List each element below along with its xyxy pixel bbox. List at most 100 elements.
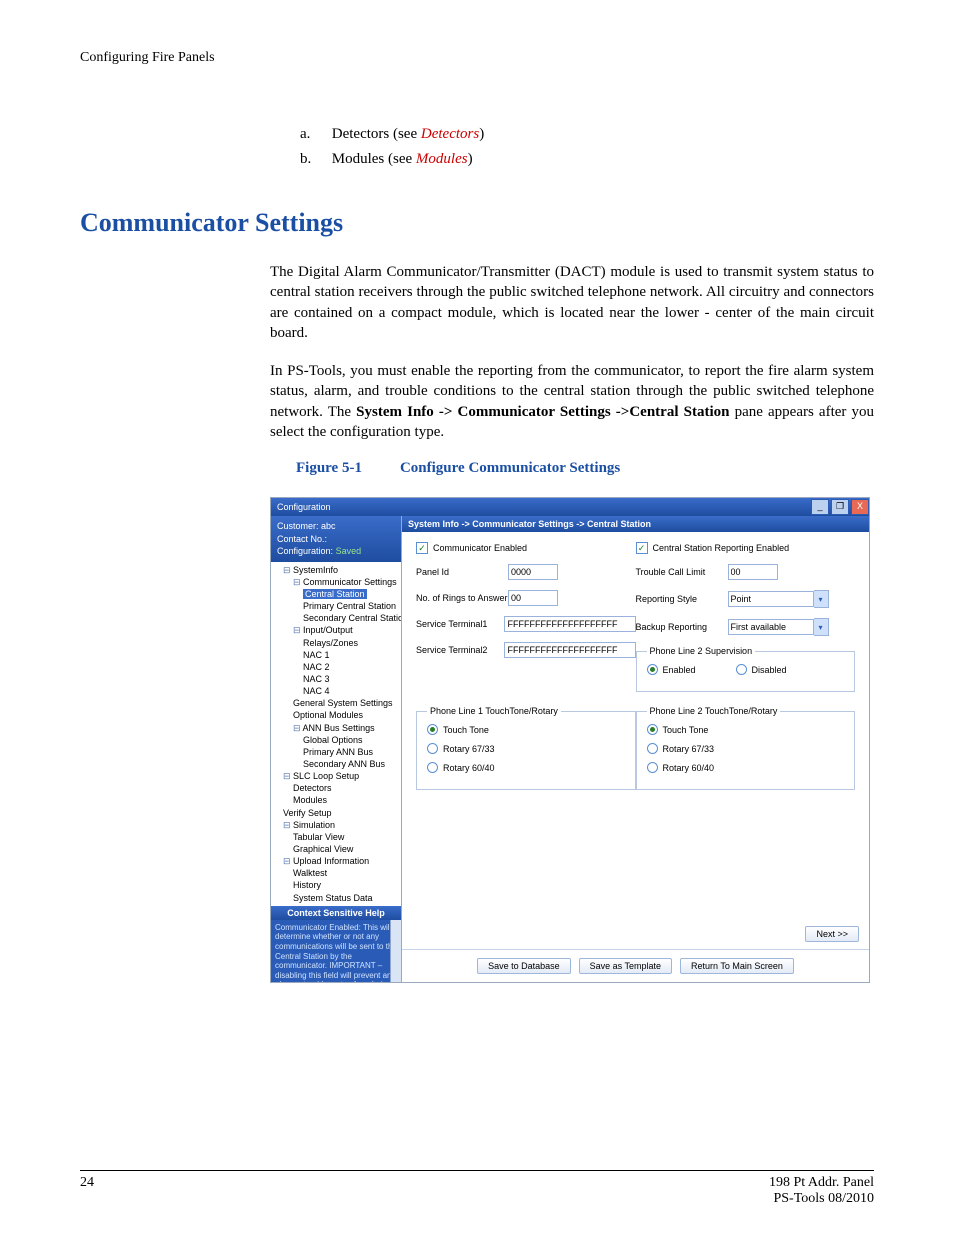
scrollbar[interactable]	[390, 920, 401, 982]
tree-node[interactable]: ANN Bus Settings	[303, 723, 375, 733]
radio-icon	[647, 664, 658, 675]
tree-node[interactable]: SystemInfo	[293, 565, 338, 575]
next-button[interactable]: Next >>	[805, 926, 859, 942]
tree-node[interactable]: Primary Central Station	[303, 601, 396, 611]
tree-node[interactable]: Detectors	[293, 783, 332, 793]
radio-label: Enabled	[663, 665, 696, 675]
list-marker: a.	[300, 126, 328, 143]
list-text: )	[468, 151, 473, 167]
tree-node[interactable]: Verify Setup	[283, 808, 332, 818]
footer-product: 198 Pt Addr. Panel	[769, 1175, 874, 1190]
radio-icon	[427, 724, 438, 735]
service-terminal2-input[interactable]	[504, 642, 635, 658]
tree-node[interactable]: Upload Information	[293, 856, 369, 866]
tree-node[interactable]: Primary ANN Bus	[303, 747, 373, 757]
contact-label: Contact No.:	[277, 534, 327, 544]
minimize-button[interactable]: _	[811, 499, 829, 515]
radio-label: Touch Tone	[443, 725, 489, 735]
tree-node[interactable]: NAC 2	[303, 662, 330, 672]
backup-reporting-label: Backup Reporting	[636, 622, 728, 632]
tree-node[interactable]: Communicator Settings	[303, 577, 397, 587]
tree-node[interactable]: Global Options	[303, 735, 363, 745]
tree-node[interactable]: Input/Output	[303, 625, 353, 635]
trouble-call-limit-label: Trouble Call Limit	[636, 567, 728, 577]
list-item: a. Detectors (see Detectors)	[300, 126, 874, 143]
radio-label: Rotary 60/40	[663, 763, 715, 773]
communicator-enabled-checkbox[interactable]: ✓ Communicator Enabled	[416, 542, 636, 554]
modules-link[interactable]: Modules	[416, 151, 468, 167]
figure-number: Figure 5-1	[296, 460, 362, 476]
app-window: Configuration _ ❐ X Customer: abc Contac…	[270, 497, 870, 983]
phone1-rotary67-radio[interactable]: Rotary 67/33	[427, 743, 625, 754]
panel-id-input[interactable]	[508, 564, 558, 580]
phone1-touchtone-radio[interactable]: Touch Tone	[427, 724, 625, 735]
button-bar: Next >> Save to Database Save as Templat…	[402, 949, 869, 982]
radio-icon	[427, 762, 438, 773]
service-terminal1-input[interactable]	[504, 616, 635, 632]
radio-icon	[427, 743, 438, 754]
list-text: Modules (see	[332, 151, 416, 167]
tree-node[interactable]: Tabular View	[293, 832, 344, 842]
help-body: Communicator Enabled: This will determin…	[275, 923, 397, 982]
tree-node[interactable]: Secondary ANN Bus	[303, 759, 385, 769]
supervision-disabled-radio[interactable]: Disabled	[736, 664, 787, 675]
group-legend: Phone Line 2 TouchTone/Rotary	[647, 706, 781, 716]
breadcrumb: System Info -> Communicator Settings -> …	[402, 516, 869, 532]
tree-node[interactable]: Modules	[293, 795, 327, 805]
service-terminal1-label: Service Terminal1	[416, 619, 504, 629]
tree-node[interactable]: Simulation	[293, 820, 335, 830]
tree-node[interactable]: SLC Loop Setup	[293, 771, 359, 781]
tree-node[interactable]: Secondary Central Station	[303, 613, 401, 623]
supervision-enabled-radio[interactable]: Enabled	[647, 664, 696, 675]
nav-tree[interactable]: ⊟ SystemInfo ⊟ Communicator Settings Cen…	[271, 562, 401, 906]
footer-tool: PS-Tools 08/2010	[773, 1191, 874, 1206]
cs-reporting-enabled-checkbox[interactable]: ✓ Central Station Reporting Enabled	[636, 542, 856, 554]
group-legend: Phone Line 2 Supervision	[647, 646, 756, 656]
page-footer: 24 198 Pt Addr. Panel PS-Tools 08/2010	[80, 1170, 874, 1207]
phone2-rotary60-radio[interactable]: Rotary 60/40	[647, 762, 845, 773]
close-button[interactable]: X	[851, 499, 869, 515]
tree-node[interactable]: NAC 3	[303, 674, 330, 684]
tree-node[interactable]: General System Settings	[293, 698, 393, 708]
tree-node[interactable]: Relays/Zones	[303, 638, 358, 648]
checkbox-label: Communicator Enabled	[433, 543, 527, 553]
paragraph-bold: System Info -> Communicator Settings ->C…	[356, 404, 729, 420]
tree-node[interactable]: Optional Modules	[293, 710, 363, 720]
help-header: Context Sensitive Help	[271, 906, 401, 920]
trouble-call-limit-input[interactable]	[728, 564, 778, 580]
list-item: b. Modules (see Modules)	[300, 151, 874, 168]
customer-label: Customer:	[277, 521, 319, 531]
radio-icon	[647, 743, 658, 754]
tree-node[interactable]: Walktest	[293, 868, 327, 878]
page-number: 24	[80, 1175, 94, 1207]
maximize-button[interactable]: ❐	[831, 499, 849, 515]
paragraph: In PS-Tools, you must enable the reporti…	[270, 361, 874, 442]
detectors-link[interactable]: Detectors	[421, 126, 479, 142]
service-terminal2-label: Service Terminal2	[416, 645, 504, 655]
tree-node[interactable]: History	[293, 880, 321, 890]
tree-node[interactable]: NAC 1	[303, 650, 330, 660]
phone2-rotary67-radio[interactable]: Rotary 67/33	[647, 743, 845, 754]
reporting-style-label: Reporting Style	[636, 594, 728, 604]
tree-node-selected[interactable]: Central Station	[303, 589, 367, 599]
phone1-rotary60-radio[interactable]: Rotary 60/40	[427, 762, 625, 773]
title-bar: Configuration _ ❐ X	[271, 498, 869, 516]
save-as-template-button[interactable]: Save as Template	[579, 958, 672, 974]
return-main-button[interactable]: Return To Main Screen	[680, 958, 794, 974]
radio-label: Rotary 60/40	[443, 763, 495, 773]
tree-node[interactable]: NAC 4	[303, 686, 330, 696]
phone2-touchtone-radio[interactable]: Touch Tone	[647, 724, 845, 735]
backup-reporting-select[interactable]: ▾	[728, 618, 829, 636]
checkbox-label: Central Station Reporting Enabled	[653, 543, 790, 553]
config-value: Saved	[336, 546, 362, 556]
group-legend: Phone Line 1 TouchTone/Rotary	[427, 706, 561, 716]
form-area: ✓ Communicator Enabled Panel Id No. of R…	[402, 532, 869, 949]
tree-node[interactable]: System Status Data	[293, 893, 373, 903]
checkbox-icon: ✓	[416, 542, 428, 554]
save-to-database-button[interactable]: Save to Database	[477, 958, 571, 974]
reporting-style-select[interactable]: ▾	[728, 590, 829, 608]
customer-value: abc	[321, 521, 336, 531]
radio-icon	[647, 724, 658, 735]
rings-input[interactable]	[508, 590, 558, 606]
tree-node[interactable]: Graphical View	[293, 844, 353, 854]
